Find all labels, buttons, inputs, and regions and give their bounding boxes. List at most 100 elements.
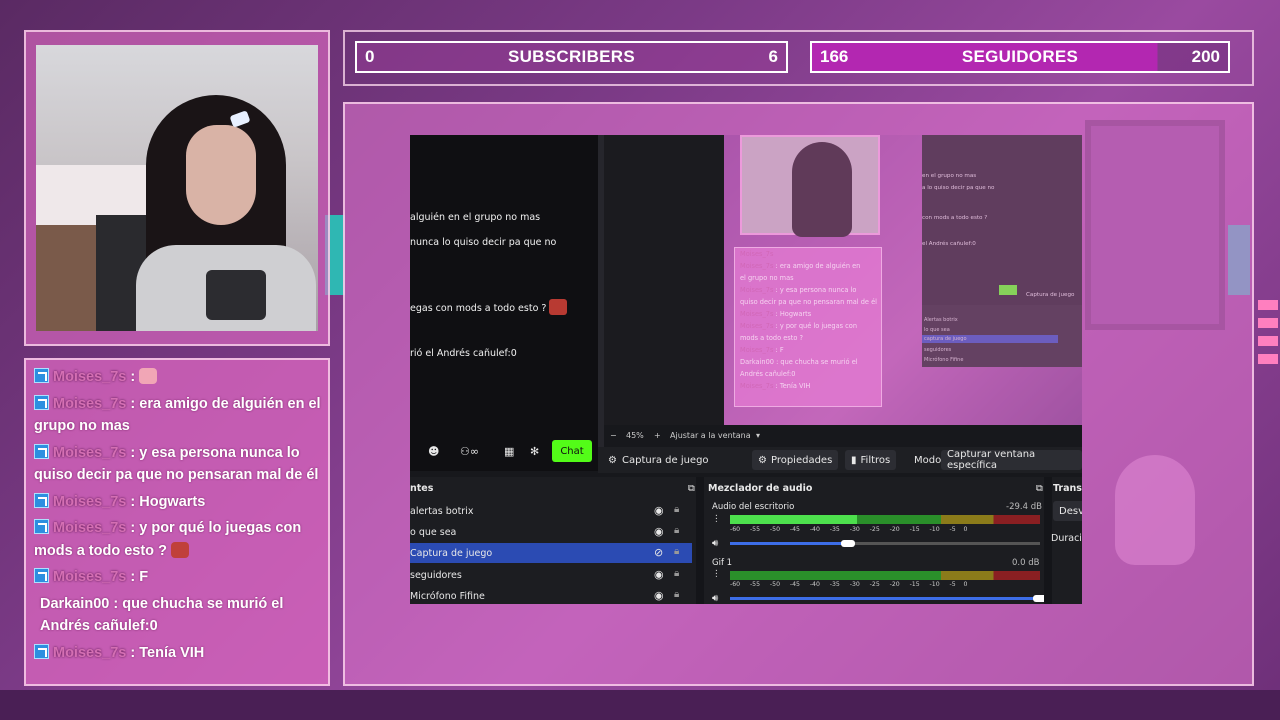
speaker-icon[interactable]: 🔊︎ xyxy=(712,538,718,549)
tick: -20 xyxy=(889,581,900,588)
tick: -35 xyxy=(829,526,840,533)
tick: -25 xyxy=(869,526,880,533)
background-hearts xyxy=(1258,300,1278,370)
volume-slider-fill xyxy=(730,597,1040,600)
audio-meter-ticks: -60 -55 -50 -45 -40 -35 -30 -25 -20 -15 … xyxy=(730,581,967,588)
chevron-down-icon[interactable]: ▾ xyxy=(756,431,760,440)
subscribers-current: 0 xyxy=(365,47,375,66)
followers-goal: 200 xyxy=(1191,47,1220,66)
source-name: alertas botrix xyxy=(410,506,474,517)
chat-message: Darkain00 : que chucha se murió el André… xyxy=(34,593,324,638)
chat-text: Tenía VIH xyxy=(139,644,205,661)
tick: -5 xyxy=(949,526,956,533)
transition-value: Desva xyxy=(1059,505,1082,517)
chat-separator: : xyxy=(126,369,140,385)
visibility-eye-icon[interactable]: ◉ xyxy=(654,589,664,602)
mode-value: Capturar ventana específica xyxy=(947,449,1036,471)
chat-message: Moises_7s : Tenía VIH xyxy=(34,642,324,665)
filters-button[interactable]: ▮ Filtros xyxy=(845,450,897,470)
tick: -15 xyxy=(909,526,920,533)
captured-chat-text: egas con mods a todo esto ? xyxy=(410,303,547,314)
source-row-selected[interactable]: Captura de juego ⊘ 🔒︎ xyxy=(410,543,692,563)
source-name: o que sea xyxy=(410,527,457,538)
webcam-feed xyxy=(36,45,318,331)
subscribers-goal: 6 xyxy=(768,47,778,66)
tick: -50 xyxy=(769,581,781,588)
volume-slider-fill xyxy=(730,542,848,545)
lock-icon[interactable]: 🔒︎ xyxy=(674,546,679,557)
captured-chat-line: nunca lo quiso decir pa que no xyxy=(410,237,557,248)
chat-username: Moises_7s xyxy=(53,569,127,585)
mode-select[interactable]: Capturar ventana específica xyxy=(941,449,1082,471)
followers-current: 166 xyxy=(820,47,849,66)
hidden-eye-icon[interactable]: ⊘ xyxy=(654,546,663,559)
dock-float-icon[interactable]: ⧉ xyxy=(1036,483,1043,494)
visibility-eye-icon[interactable]: ◉ xyxy=(654,525,664,538)
tick: -35 xyxy=(829,581,840,588)
webcam-person-face xyxy=(186,125,256,225)
source-toolbar: ⚙ Captura de juego ⚙ Propiedades ▮ Filtros… xyxy=(598,447,1082,473)
chat-message: Moises_7s : xyxy=(34,366,324,389)
dock-float-icon[interactable]: ⧉ xyxy=(688,483,695,494)
properties-button[interactable]: ⚙ Propiedades xyxy=(752,450,839,470)
transitions-dock-title: Transi xyxy=(1053,483,1082,494)
screen-capture: alguién en el grupo no mas nunca lo quis… xyxy=(410,135,1082,604)
zoom-in-icon[interactable]: + xyxy=(654,431,661,440)
lock-icon[interactable]: 🔒︎ xyxy=(674,504,679,515)
store-icon[interactable]: ▦ xyxy=(504,445,514,458)
tick: -40 xyxy=(809,526,820,533)
emoji-icon[interactable]: ☻ xyxy=(428,445,439,458)
tick: 0 xyxy=(963,526,968,533)
speaker-icon[interactable]: 🔊︎ xyxy=(712,593,718,604)
background-floor xyxy=(0,690,1280,720)
chat-text: Hogwarts xyxy=(139,493,206,510)
webcam-dresser xyxy=(36,225,96,331)
audio-meter-level xyxy=(730,515,857,524)
tick: -45 xyxy=(789,526,800,533)
moderator-badge-icon xyxy=(34,368,49,383)
tick: -45 xyxy=(789,581,800,588)
captured-chat-panel: alguién en el grupo no mas nunca lo quis… xyxy=(410,135,598,471)
obs-docks: ntes ⧉ alertas botrix ◉ 🔒︎ o que sea ◉ 🔒︎ Ca… xyxy=(410,477,1082,604)
zoom-out-icon[interactable]: − xyxy=(610,431,617,440)
source-row[interactable]: Micrófono Fifine ◉ 🔒︎ xyxy=(410,586,692,604)
properties-label: Propiedades xyxy=(770,454,833,466)
settings-gear-icon[interactable]: ✻ xyxy=(530,445,539,458)
tick: -40 xyxy=(809,581,820,588)
mixer-channel-db: -29.4 dB xyxy=(1006,502,1042,512)
chat-message: Moises_7s : F xyxy=(34,566,324,589)
chat-separator: : xyxy=(126,444,140,461)
preview-pink-overlay xyxy=(724,135,1082,425)
mixer-menu-icon[interactable]: ⋮ xyxy=(712,569,721,579)
volume-slider-knob[interactable] xyxy=(841,540,855,547)
chat-users-icon[interactable]: ⚇∞ xyxy=(460,445,479,458)
source-row[interactable]: alertas botrix ◉ 🔒︎ xyxy=(410,501,692,521)
chat-separator: : xyxy=(126,644,140,661)
mixer-channel-name: Gif 1 xyxy=(712,558,733,568)
source-name: seguidores xyxy=(410,570,462,581)
source-row[interactable]: seguidores ◉ 🔒︎ xyxy=(410,565,692,585)
source-name: Captura de juego xyxy=(410,548,493,559)
chat-text: F xyxy=(139,569,149,585)
mixer-menu-icon[interactable]: ⋮ xyxy=(712,514,721,524)
red-face-emote-icon xyxy=(170,541,189,558)
preview-dark-area xyxy=(604,135,724,425)
mode-label: Modo xyxy=(914,455,942,466)
transition-select[interactable]: Desva xyxy=(1053,501,1082,521)
lock-icon[interactable]: 🔒︎ xyxy=(674,525,679,536)
lock-icon[interactable]: 🔒︎ xyxy=(674,568,679,579)
chat-send-button[interactable]: Chat xyxy=(552,440,592,462)
chat-overlay: Moises_7s : Moises_7s : era amigo de alg… xyxy=(34,366,324,668)
captured-chat-line: egas con mods a todo esto ? xyxy=(410,299,568,315)
gear-icon: ⚙ xyxy=(758,454,767,466)
tick: -60 xyxy=(730,526,741,533)
dock-separator xyxy=(696,477,704,604)
lock-icon[interactable]: 🔒︎ xyxy=(674,589,679,600)
fit-window-label[interactable]: Ajustar a la ventana xyxy=(670,431,751,440)
visibility-eye-icon[interactable]: ◉ xyxy=(654,568,664,581)
visibility-eye-icon[interactable]: ◉ xyxy=(654,504,664,517)
tick: -55 xyxy=(749,581,761,588)
source-row[interactable]: o que sea ◉ 🔒︎ xyxy=(410,522,692,542)
followers-goal-bar: 166 SEGUIDORES 200 xyxy=(810,41,1230,73)
chat-username: Darkain00 xyxy=(40,595,110,612)
